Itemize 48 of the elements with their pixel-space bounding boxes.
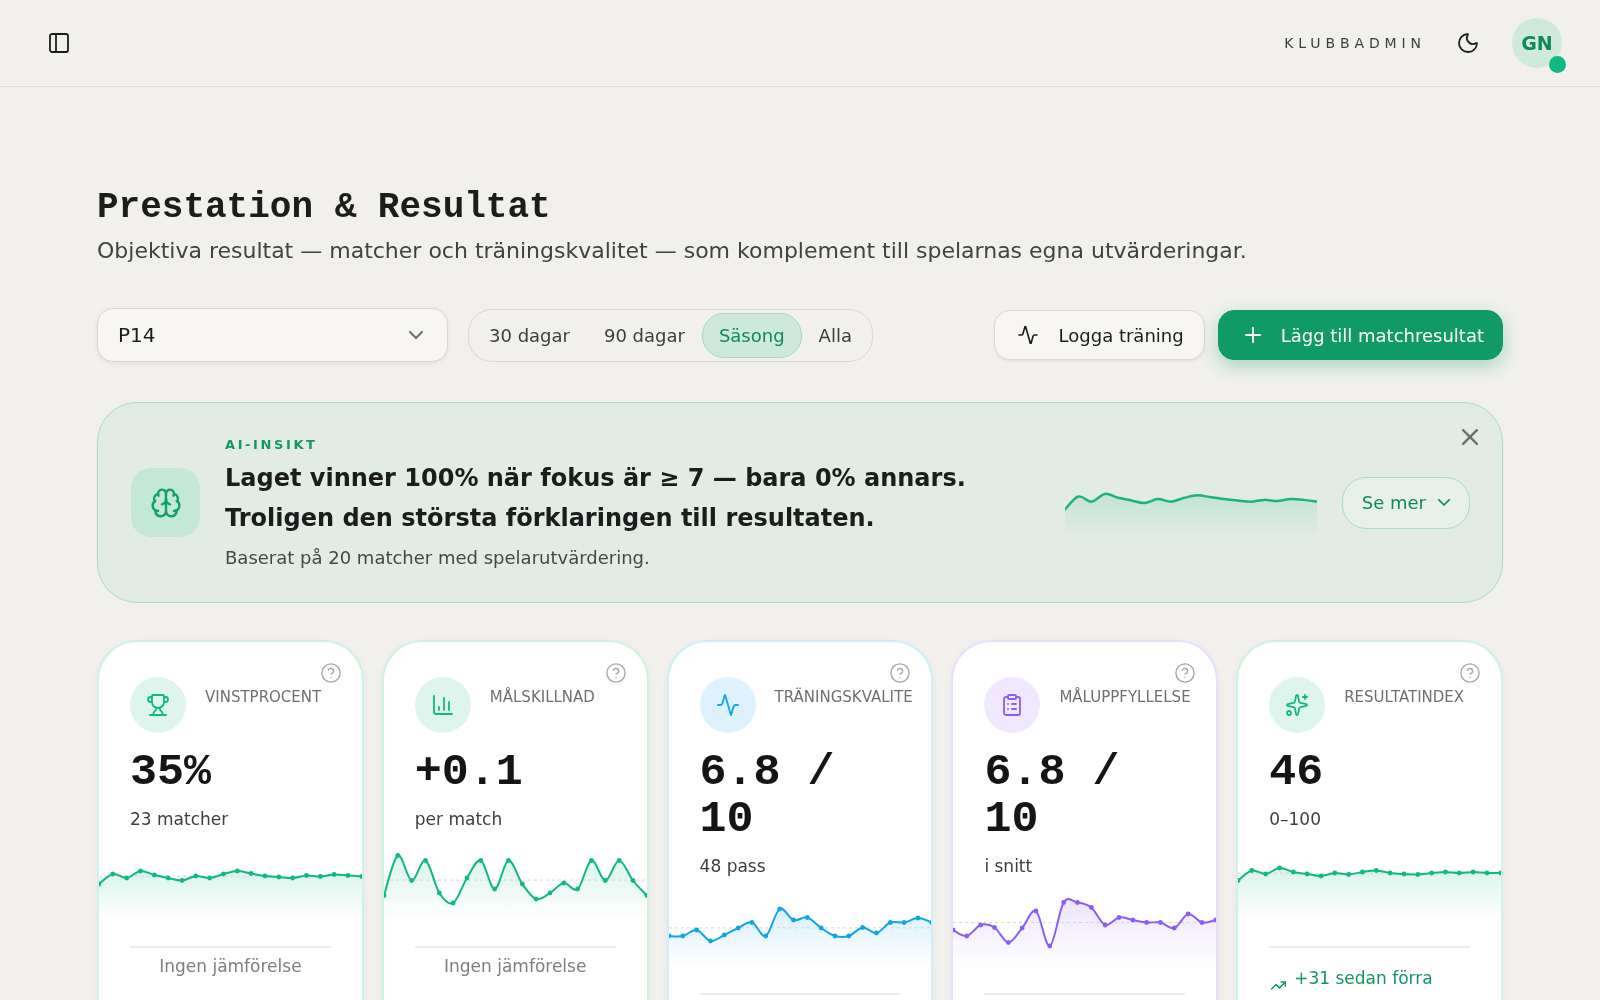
metric-label: MÅLSKILLNAD (489, 686, 595, 708)
chevron-down-icon (409, 331, 423, 339)
metric-caption: per match (413, 808, 504, 831)
metric-value: 6.8 / 10 (983, 749, 1121, 843)
close-icon (1462, 429, 1478, 445)
see-more-button[interactable]: Se mer (1341, 476, 1470, 529)
metric-value: 35% (129, 749, 212, 796)
metric-label: RESULTATINDEX (1344, 687, 1465, 708)
metric-label: VINSTPROCENT (205, 687, 322, 708)
theme-toggle-button[interactable] (1458, 33, 1478, 53)
insight-headline: Laget vinner 100% när fokus är ≥ 7 — bara 0% annars. Troligen den största förklaringen till resultaten. (225, 462, 967, 534)
metric-caption: i snitt (983, 855, 1034, 878)
help-icon[interactable] (1460, 663, 1480, 683)
metric-value: +0.1 (413, 749, 524, 796)
help-icon[interactable] (320, 663, 341, 683)
add-result-button[interactable]: Lägg till matchresultat (1217, 310, 1503, 360)
team-select[interactable]: P14 (97, 308, 448, 362)
page-title: Prestation & Resultat (97, 186, 552, 230)
brain-icon (131, 468, 200, 537)
metric-value: 46 (1268, 749, 1325, 796)
sidebar-icon (49, 33, 69, 53)
log-training-button[interactable]: Logga träning (993, 310, 1205, 360)
help-icon[interactable] (890, 663, 911, 683)
metric-caption: 0–100 (1268, 808, 1322, 831)
comparison-text: Ingen jämförelse (444, 956, 587, 976)
sidebar-toggle-button[interactable] (49, 33, 69, 53)
help-icon[interactable] (605, 663, 626, 683)
period-tab[interactable]: 30 dagar (472, 312, 587, 358)
pulse-icon (1016, 326, 1039, 344)
metric-caption: 23 matcher (129, 808, 230, 831)
comparison-text: Ingen jämförelse (159, 956, 302, 976)
app-name: KLUBBADMIN (1284, 33, 1426, 53)
close-button[interactable] (1462, 429, 1478, 445)
insight-label: AI-INSIKT (225, 435, 319, 454)
comparison-text: +31 sedan förra (1294, 967, 1433, 990)
moon-icon (1458, 33, 1478, 53)
trend-up-icon (1271, 981, 1287, 990)
help-icon[interactable] (1175, 663, 1196, 683)
page-subtitle: Objektiva resultat — matcher och träningskvalitet — som komplement till spelarnas egna utvärderingar. (97, 237, 1248, 265)
insight-detail: Baserat på 20 matcher med spelarutvärdering. (225, 545, 651, 570)
metric-value: 6.8 / 10 (698, 749, 836, 843)
chevron-down-icon (1438, 499, 1450, 506)
period-tab[interactable]: Alla (801, 312, 869, 358)
metric-label: MÅLUPPFYLLELSE (1059, 686, 1191, 708)
metric-label: TRÄNINGSKVALITE (774, 686, 913, 708)
plus-icon (1244, 327, 1261, 343)
metric-caption: 48 pass (698, 855, 767, 878)
period-tab[interactable]: 90 dagar (586, 312, 702, 358)
